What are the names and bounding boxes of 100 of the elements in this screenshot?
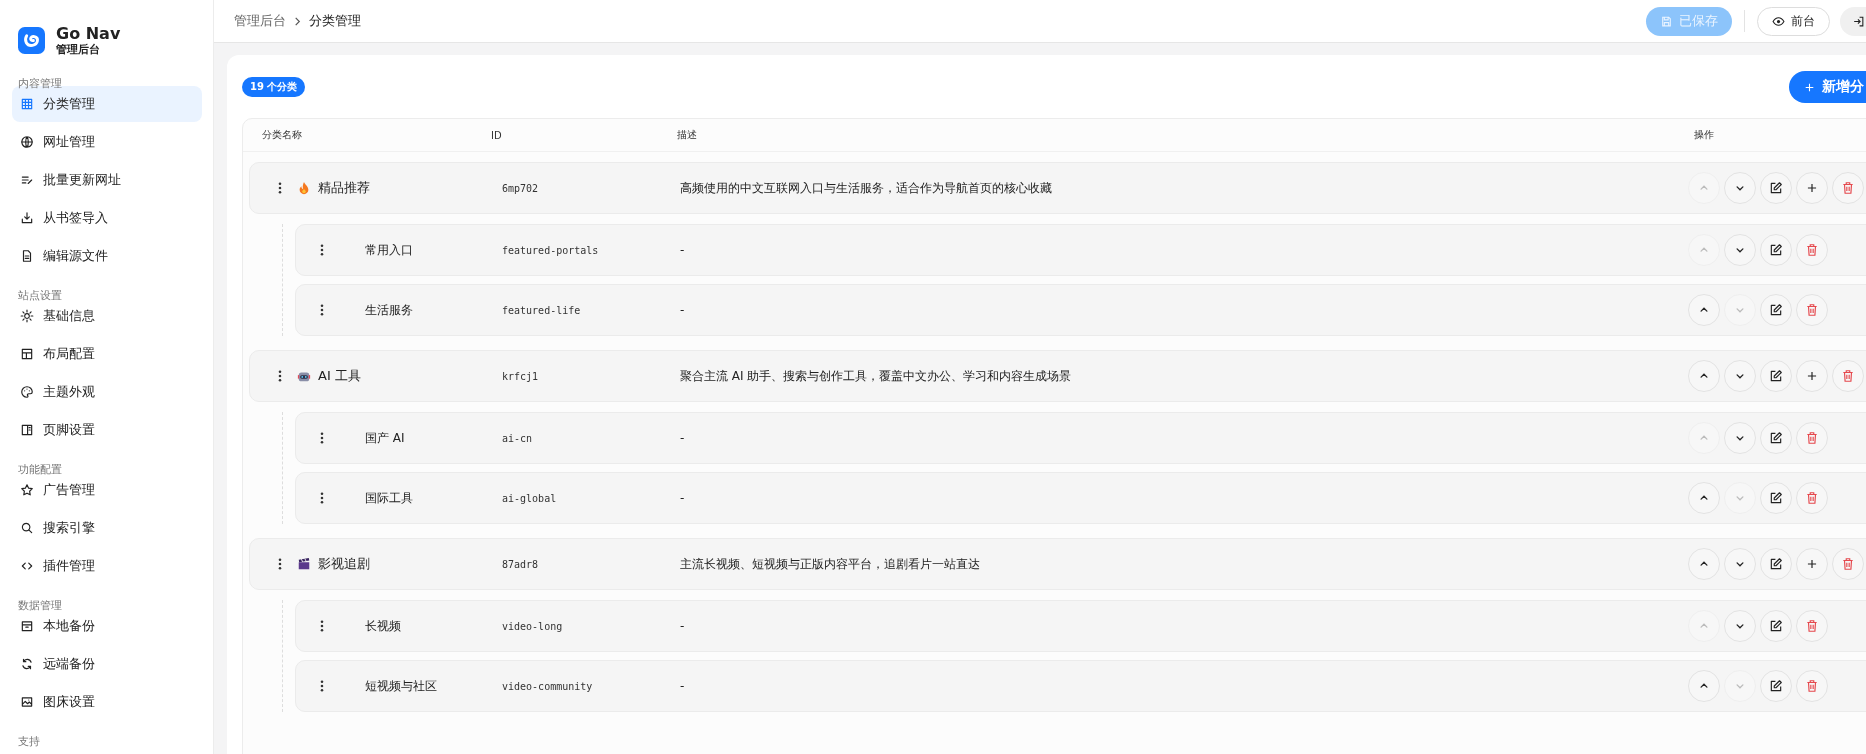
- star-icon: [20, 483, 34, 497]
- category-description: -: [680, 619, 686, 633]
- sidebar-item[interactable]: 主题外观: [12, 374, 202, 410]
- list-edit-icon: [20, 173, 34, 187]
- image-icon: [20, 695, 34, 709]
- trash-icon: [1805, 619, 1819, 633]
- move-up-button[interactable]: [1688, 294, 1720, 326]
- sync-icon: [20, 657, 34, 671]
- save-icon: [1660, 14, 1673, 28]
- edit-button[interactable]: [1760, 482, 1792, 514]
- globe-icon: [20, 135, 34, 149]
- category-description: -: [680, 303, 686, 317]
- drag-handle-icon[interactable]: [278, 182, 282, 194]
- edit-button[interactable]: [1760, 548, 1792, 580]
- trash-icon: [1805, 679, 1819, 693]
- delete-button[interactable]: [1832, 172, 1864, 204]
- drag-handle-icon[interactable]: [320, 244, 324, 256]
- document-icon: [20, 249, 34, 263]
- sidebar-item[interactable]: 批量更新网址: [12, 162, 202, 198]
- code-icon: [20, 559, 34, 573]
- category-id: video-community: [502, 680, 594, 692]
- move-up-button[interactable]: [1688, 548, 1720, 580]
- app-subtitle: 管理后台: [56, 42, 101, 57]
- drag-handle-icon[interactable]: [320, 492, 324, 504]
- layout-icon: [20, 347, 34, 361]
- sidebar-item[interactable]: 插件管理: [12, 548, 202, 584]
- delete-button[interactable]: [1832, 548, 1864, 580]
- breadcrumb-item: 分类管理: [309, 12, 361, 30]
- edit-icon: [1769, 303, 1783, 317]
- edit-button[interactable]: [1760, 360, 1792, 392]
- move-up-button[interactable]: [1688, 482, 1720, 514]
- category-description: -: [680, 491, 686, 505]
- drag-handle-icon[interactable]: [320, 304, 324, 316]
- category-id: krfcj1: [502, 370, 540, 382]
- trash-icon: [1841, 557, 1855, 571]
- category-name: 国产 AI: [365, 429, 405, 447]
- clapperboard-icon: [297, 557, 311, 571]
- sidebar-item[interactable]: 从书签导入: [12, 200, 202, 236]
- category-name: 长视频: [365, 617, 401, 635]
- trash-icon: [1841, 181, 1855, 195]
- edit-button[interactable]: [1760, 610, 1792, 642]
- category-name: 精品推荐: [318, 179, 370, 197]
- category-name: 常用入口: [365, 241, 413, 259]
- edit-icon: [1769, 619, 1783, 633]
- category-name: AI 工具: [318, 367, 361, 385]
- move-up-button[interactable]: [1688, 670, 1720, 702]
- category-name: 短视频与社区: [365, 677, 437, 695]
- sidebar-item[interactable]: 搜索引擎: [12, 510, 202, 546]
- edit-button[interactable]: [1760, 234, 1792, 266]
- edit-icon: [1769, 431, 1783, 445]
- delete-button[interactable]: [1832, 360, 1864, 392]
- edit-button[interactable]: [1760, 294, 1792, 326]
- edit-button[interactable]: [1760, 670, 1792, 702]
- breadcrumb-item[interactable]: 管理后台: [234, 12, 286, 30]
- category-description: 高频使用的中文互联网入口与生活服务，适合作为导航首页的核心收藏: [680, 179, 1053, 197]
- category-id: 87adr8: [502, 558, 540, 570]
- category-id: featured-portals: [502, 244, 600, 256]
- count-badge: 19 个分类: [242, 77, 306, 97]
- category-id: featured-life: [502, 304, 582, 316]
- sidebar-item[interactable]: 编辑源文件: [12, 238, 202, 274]
- category-description: -: [680, 243, 686, 257]
- drag-handle-icon[interactable]: [278, 558, 282, 570]
- logo-icon: [18, 26, 45, 54]
- category-id: ai-global: [502, 492, 558, 504]
- add-category-button[interactable]: 新增分: [1789, 71, 1866, 103]
- app-name: Go Nav: [56, 23, 121, 43]
- category-description: 主流长视频、短视频与正版内容平台，追剧看片一站直达: [680, 555, 981, 573]
- sidebar-item[interactable]: 页脚设置: [12, 412, 202, 448]
- drag-handle-icon[interactable]: [320, 620, 324, 632]
- column-header: 描述: [677, 128, 698, 142]
- trash-icon: [1805, 491, 1819, 505]
- move-up-button[interactable]: [1688, 360, 1720, 392]
- category-id: video-long: [502, 620, 564, 632]
- category-description: 聚合主流 AI 助手、搜索与创作工具，覆盖中文办公、学习和内容生成场景: [680, 367, 1073, 385]
- trash-icon: [1841, 369, 1855, 383]
- sidebar-item[interactable]: 网址管理: [12, 124, 202, 160]
- sidebar-item[interactable]: 远端备份: [12, 646, 202, 682]
- edit-button[interactable]: [1760, 172, 1792, 204]
- drag-handle-icon[interactable]: [320, 680, 324, 692]
- grid-icon: [20, 97, 34, 111]
- edit-icon: [1769, 679, 1783, 693]
- frontend-button[interactable]: 前台: [1757, 6, 1830, 36]
- drag-handle-icon[interactable]: [320, 432, 324, 444]
- edit-button[interactable]: [1760, 422, 1792, 454]
- drag-handle-icon[interactable]: [278, 370, 282, 382]
- category-name: 生活服务: [365, 301, 413, 319]
- plus-icon: [1805, 181, 1819, 195]
- edit-icon: [1769, 369, 1783, 383]
- edit-icon: [1769, 557, 1783, 571]
- edit-icon: [1769, 491, 1783, 505]
- trash-icon: [1805, 243, 1819, 257]
- column-header: 分类名称: [262, 128, 303, 142]
- sidebar-item[interactable]: 图床设置: [12, 684, 202, 720]
- flame-icon: [297, 181, 311, 195]
- category-name: 国际工具: [365, 489, 413, 507]
- panel-icon: [20, 423, 34, 437]
- edit-icon: [1769, 181, 1783, 195]
- sidebar-item[interactable]: 布局配置: [12, 336, 202, 372]
- plus-icon: [1805, 369, 1819, 383]
- plus-icon: [1805, 557, 1819, 571]
